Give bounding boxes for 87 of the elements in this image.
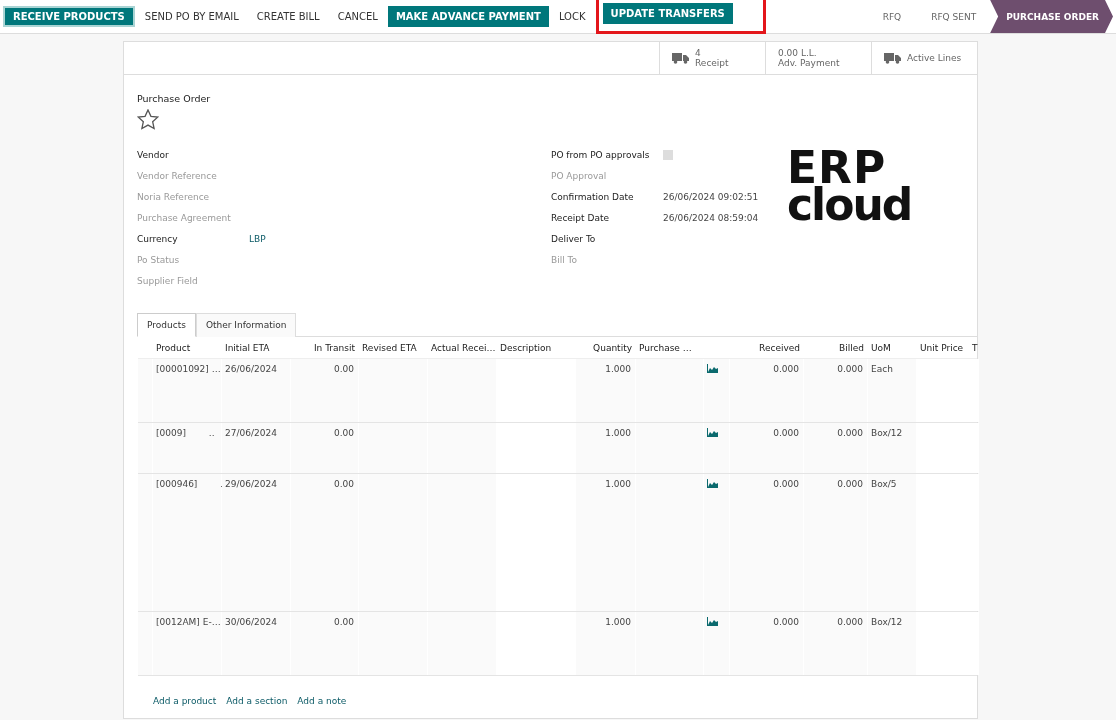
table-cell: 0.000: [804, 423, 868, 473]
toolbar-button[interactable]: UPDATE TRANSFERS: [602, 3, 733, 24]
table-row[interactable]: [0012AM] E-… 30/06/2024 0.00 1.000 0.000 0.000 Box/12: [138, 612, 977, 676]
table-cell: 1.000: [576, 359, 636, 422]
forecast-chart-icon[interactable]: [707, 364, 718, 373]
truck-icon: [672, 52, 689, 64]
table-cell: [0009] ..: [153, 423, 222, 473]
status-stage[interactable]: PURCHASE ORDER: [990, 0, 1113, 33]
field-value[interactable]: LBP: [249, 233, 266, 244]
table-row[interactable]: [000946] . 29/06/2024 0.00 1.000 0.000 0.000 Box/5: [138, 474, 977, 612]
table-cell: 0.00: [291, 423, 359, 473]
table-cell: 0.000: [804, 359, 868, 422]
column-header[interactable]: In Transit: [291, 342, 359, 353]
toolbar-button[interactable]: LOCK: [550, 6, 594, 27]
field-label: PO Approval: [551, 170, 608, 181]
form-tab[interactable]: Other Information: [195, 313, 297, 337]
toolbar-button[interactable]: RECEIVE PRODUCTS: [3, 6, 135, 27]
column-header[interactable]: Description: [497, 342, 576, 353]
table-cell: 0.00: [291, 359, 359, 422]
column-header[interactable]: UoM: [868, 342, 917, 353]
column-header[interactable]: Unit Price: [917, 342, 969, 353]
table-cell: [0012AM] E-…: [153, 612, 222, 675]
column-header[interactable]: Actual Recei…: [428, 342, 497, 353]
field-label: Bill To: [551, 254, 578, 265]
logo: ERP cloud: [787, 149, 913, 224]
add-line-link[interactable]: Add a section: [226, 696, 288, 706]
column-header[interactable]: Purchase …: [636, 342, 704, 353]
column-header[interactable]: Received: [730, 342, 804, 353]
field-label: Vendor: [137, 149, 170, 160]
table-cell: 0.000: [804, 612, 868, 675]
toolbar-button[interactable]: CREATE BILL: [248, 6, 328, 27]
table-cell: 26/06/2024: [222, 359, 291, 422]
truck-icon: [884, 52, 901, 64]
table-cell: 0.000: [804, 474, 868, 611]
table-cell: 1.000: [576, 612, 636, 675]
column-header[interactable]: Product: [153, 342, 222, 353]
star-icon[interactable]: [137, 109, 159, 130]
toolbar-button[interactable]: SEND PO BY EMAIL: [136, 6, 247, 27]
table-cell: 1.000: [576, 423, 636, 473]
forecast-chart-icon[interactable]: [707, 479, 718, 488]
toolbar-button[interactable]: MAKE ADVANCE PAYMENT: [387, 6, 549, 27]
table-row[interactable]: [00001092] … 26/06/2024 0.00 1.000 0.000 0.000 Each: [138, 359, 977, 423]
table-cell: 0.000: [730, 612, 804, 675]
table-cell: Box/12: [868, 612, 917, 675]
field-label: Receipt Date: [551, 212, 610, 223]
form-tab[interactable]: Products: [137, 313, 196, 337]
forecast-chart-icon[interactable]: [707, 428, 718, 437]
field-value: 26/06/2024 08:59:04: [663, 212, 759, 223]
table-cell: 0.00: [291, 612, 359, 675]
add-line-link[interactable]: Add a note: [297, 696, 347, 706]
table-cell: 0.000: [730, 423, 804, 473]
column-header[interactable]: Quantity: [576, 342, 636, 353]
column-header[interactable]: Billed: [804, 342, 868, 353]
field-value: 26/06/2024 09:02:51: [663, 191, 759, 202]
table-cell: 27/06/2024: [222, 423, 291, 473]
column-header[interactable]: Revised ETA: [359, 342, 428, 353]
form-title: Purchase Order: [137, 93, 212, 104]
field-label: Vendor Reference: [137, 170, 218, 181]
column-header[interactable]: T: [969, 342, 979, 353]
table-cell: 29/06/2024: [222, 474, 291, 611]
table-cell: 0.000: [730, 474, 804, 611]
table-cell: Each: [868, 359, 917, 422]
checkbox[interactable]: [663, 149, 673, 160]
table-cell: 0.000: [730, 359, 804, 422]
field-label: Noria Reference: [137, 191, 211, 202]
field-label: Po Status: [137, 254, 181, 265]
field-label: Purchase Agreement: [137, 212, 232, 223]
field-label: Currency: [137, 233, 179, 244]
column-header[interactable]: Initial ETA: [222, 342, 291, 353]
table-cell: 30/06/2024: [222, 612, 291, 675]
add-line-link[interactable]: Add a product: [153, 696, 217, 706]
stat-button[interactable]: Active Lines: [871, 42, 977, 74]
stat-button[interactable]: 0.00 L.L. Adv. Payment: [765, 42, 871, 74]
field-label: Confirmation Date: [551, 191, 635, 202]
table-cell: 0.00: [291, 474, 359, 611]
stat-button[interactable]: 4 Receipt: [659, 42, 765, 74]
field-label: Deliver To: [551, 233, 597, 244]
table-row[interactable]: [0009] .. 27/06/2024 0.00 1.000 0.000 0.000 Box/12: [138, 423, 977, 474]
table-cell: Box/5: [868, 474, 917, 611]
field-label: PO from PO approvals: [551, 149, 651, 160]
table-cell: 1.000: [576, 474, 636, 611]
table-cell: Box/12: [868, 423, 917, 473]
table-cell: [00001092] …: [153, 359, 222, 422]
forecast-chart-icon[interactable]: [707, 617, 718, 626]
table-cell: [000946] .: [153, 474, 222, 611]
field-label: Supplier Field: [137, 275, 199, 286]
toolbar-button[interactable]: CANCEL: [329, 6, 386, 27]
